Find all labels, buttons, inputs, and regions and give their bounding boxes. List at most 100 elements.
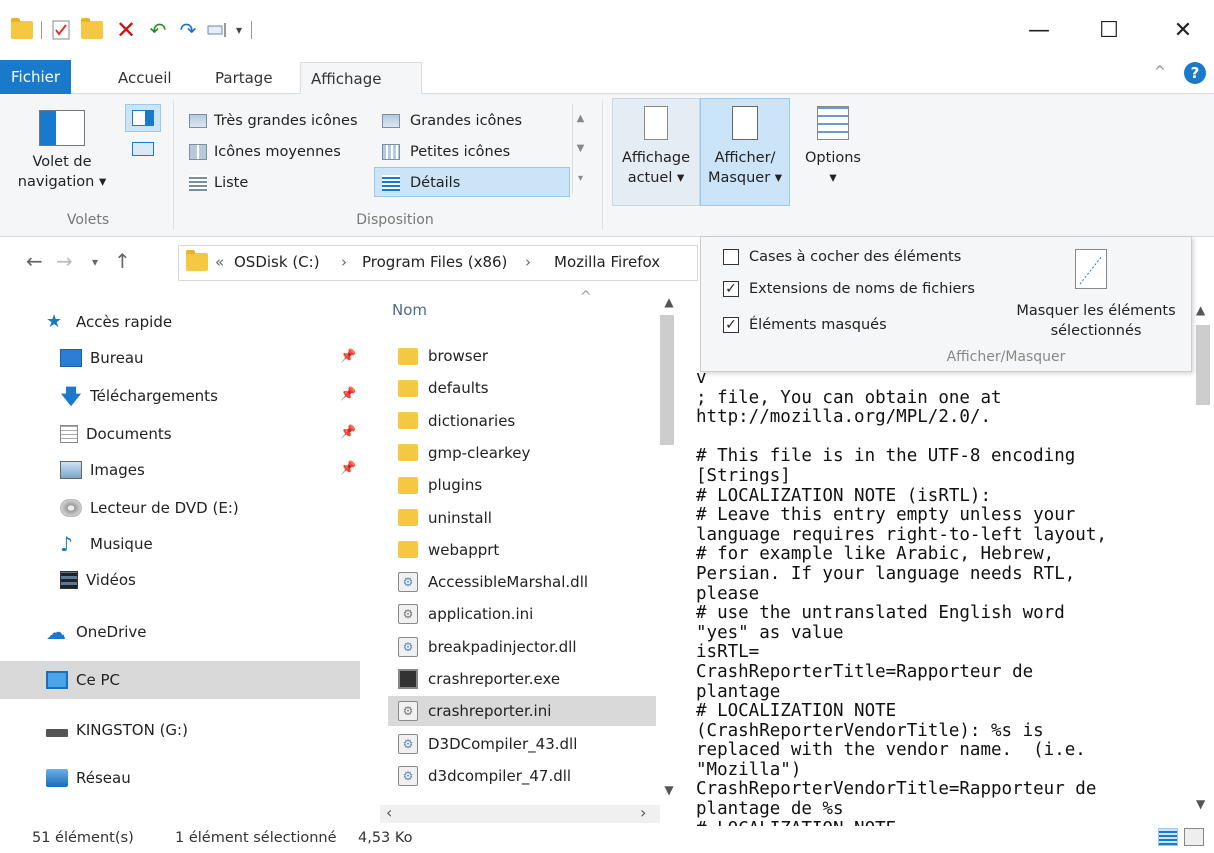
undo-icon[interactable]: ↶ bbox=[146, 18, 170, 42]
file-extensions-checkbox[interactable]: ✓ bbox=[723, 281, 739, 297]
nav-images[interactable]: Images bbox=[60, 455, 145, 485]
nav-kingston[interactable]: KINGSTON (G:) bbox=[46, 715, 188, 745]
preview-scrollbar-thumb[interactable] bbox=[1196, 325, 1210, 405]
delete-icon[interactable]: ✕ bbox=[114, 16, 138, 44]
scroll-down-icon[interactable]: ▼ bbox=[658, 783, 680, 797]
file-row[interactable]: ⚙ AccessibleMarshal.dll bbox=[388, 567, 656, 597]
folder-icon[interactable] bbox=[10, 18, 34, 42]
layout-details-button[interactable] bbox=[374, 167, 570, 197]
layout-extra-large-icons[interactable]: Très grandes icônes bbox=[214, 111, 358, 131]
preview-scroll-up-icon[interactable]: ▲ bbox=[1196, 303, 1205, 317]
nav-onedrive[interactable]: ☁ OneDrive bbox=[46, 617, 147, 647]
file-row[interactable]: ⚙ crashreporter.ini bbox=[388, 696, 656, 727]
scroll-up-icon[interactable]: ▲ bbox=[658, 295, 680, 309]
properties-icon[interactable] bbox=[50, 18, 72, 42]
back-arrow-icon[interactable]: ← bbox=[26, 249, 43, 273]
options-label-2: ▾ bbox=[829, 170, 837, 186]
breadcrumb-mozilla-firefox[interactable]: Mozilla Firefox bbox=[554, 253, 660, 271]
options-button[interactable]: Options ▾ bbox=[798, 102, 868, 188]
layout-scroll[interactable]: ▲ ▼ ▾ bbox=[572, 104, 588, 194]
scroll-left-icon[interactable]: ‹ bbox=[386, 803, 392, 822]
layout-medium-icons[interactable]: Icônes moyennes bbox=[214, 142, 341, 162]
file-name: webapprt bbox=[428, 540, 500, 559]
file-list-scrollbar-thumb[interactable] bbox=[660, 315, 674, 445]
file-row[interactable]: ⚙ breakpadinjector.dll bbox=[388, 632, 656, 662]
pin-icon[interactable]: 📌 bbox=[340, 425, 356, 440]
file-row[interactable]: webapprt bbox=[388, 535, 656, 565]
close-button[interactable]: ✕ bbox=[1160, 10, 1206, 50]
customize-toolbar-icon[interactable]: ▾ bbox=[232, 18, 246, 42]
file-name: AccessibleMarshal.dll bbox=[428, 573, 589, 592]
file-row[interactable]: defaults bbox=[388, 373, 656, 403]
tab-fichier[interactable]: Fichier bbox=[0, 60, 72, 94]
file-name: crashreporter.exe bbox=[428, 670, 561, 688]
layout-small-icons[interactable]: Petites icônes bbox=[410, 142, 510, 162]
hidden-items-checkbox[interactable]: ✓ bbox=[723, 317, 739, 333]
file-row[interactable]: ⚙ d3dcompiler_47.dll bbox=[388, 761, 656, 791]
hide-selected-button[interactable]: Masquer les éléments sélectionnés bbox=[1007, 301, 1185, 341]
nav-quick-access[interactable]: ★ Accès rapide bbox=[46, 307, 172, 337]
breadcrumb-osdisk[interactable]: OSDisk (C:) bbox=[234, 253, 320, 271]
column-header-name[interactable]: Nom bbox=[392, 301, 427, 319]
minimize-button[interactable]: — bbox=[1016, 10, 1062, 50]
file-row[interactable]: gmp-clearkey bbox=[388, 438, 656, 468]
file-row[interactable]: crashreporter.exe bbox=[388, 664, 656, 694]
maximize-button[interactable]: ☐ bbox=[1086, 10, 1132, 50]
show-hide-dropdown: Cases à cocher des éléments ✓ Extensions… bbox=[700, 236, 1192, 372]
file-name: d3dcompiler_47.dll bbox=[428, 766, 572, 785]
new-folder-icon[interactable] bbox=[80, 18, 104, 42]
nav-telechargements[interactable]: 🡇 Téléchargements bbox=[60, 381, 218, 411]
breadcrumb-separator[interactable]: › bbox=[525, 253, 531, 271]
breadcrumb-program-files[interactable]: Program Files (x86) bbox=[362, 253, 507, 271]
layout-large-icons[interactable]: Grandes icônes bbox=[410, 111, 522, 131]
redo-icon[interactable]: ↷ bbox=[176, 18, 200, 42]
rename-icon[interactable] bbox=[206, 18, 230, 42]
folder-icon bbox=[398, 541, 418, 559]
nav-videos[interactable]: Vidéos bbox=[60, 565, 136, 595]
help-icon[interactable]: ? bbox=[1184, 62, 1206, 84]
file-extensions-label[interactable]: Extensions de noms de fichiers bbox=[749, 279, 975, 299]
tab-partage[interactable]: Partage bbox=[205, 62, 283, 94]
current-view-button[interactable]: Affichage actuel ▾ bbox=[612, 102, 700, 188]
details-pane-button[interactable] bbox=[125, 138, 161, 164]
address-overflow[interactable]: « bbox=[215, 253, 224, 271]
nav-dvd[interactable]: Lecteur de DVD (E:) bbox=[60, 493, 239, 523]
preview-pane-button[interactable] bbox=[125, 104, 161, 132]
toolbar-separator bbox=[38, 18, 44, 42]
nav-documents[interactable]: Documents bbox=[60, 419, 172, 449]
scroll-right-icon[interactable]: › bbox=[640, 803, 646, 822]
pin-icon[interactable]: 📌 bbox=[340, 387, 356, 402]
details-view-toggle-icon[interactable] bbox=[1158, 828, 1178, 846]
file-row[interactable]: dictionaries bbox=[388, 406, 656, 436]
file-row[interactable]: ⚙ D3DCompiler_43.dll bbox=[388, 729, 656, 759]
file-row[interactable]: browser bbox=[388, 341, 656, 371]
recent-locations-chevron-icon[interactable]: ▾ bbox=[92, 255, 98, 269]
show-hide-button[interactable]: Afficher/ Masquer ▾ bbox=[700, 102, 790, 188]
layout-list[interactable]: Liste bbox=[214, 173, 248, 193]
file-row[interactable]: ⚙ application.ini bbox=[388, 599, 656, 629]
file-row[interactable]: plugins bbox=[388, 470, 656, 500]
nav-musique[interactable]: ♪ Musique bbox=[60, 529, 153, 559]
layout-details[interactable]: Détails bbox=[410, 173, 460, 193]
tab-accueil[interactable]: Accueil bbox=[108, 62, 182, 94]
horizontal-scrollbar[interactable] bbox=[380, 805, 660, 823]
item-checkboxes-checkbox[interactable] bbox=[723, 249, 739, 265]
item-checkboxes-label[interactable]: Cases à cocher des éléments bbox=[749, 247, 961, 267]
pin-icon[interactable]: 📌 bbox=[340, 461, 356, 476]
hide-selected-label: Masquer les éléments bbox=[1016, 303, 1176, 319]
breadcrumb-separator[interactable]: › bbox=[341, 253, 347, 271]
forward-arrow-icon[interactable]: → bbox=[56, 249, 73, 273]
large-icons-view-toggle-icon[interactable] bbox=[1184, 828, 1204, 846]
pin-icon[interactable]: 📌 bbox=[340, 349, 356, 364]
file-row[interactable]: uninstall bbox=[388, 503, 656, 533]
nav-ce-pc[interactable]: Ce PC bbox=[46, 665, 120, 695]
up-arrow-icon[interactable]: ↑ bbox=[114, 249, 131, 273]
navigation-pane-button[interactable]: Volet de navigation ▾ bbox=[12, 106, 112, 206]
details-icon bbox=[382, 175, 400, 191]
hidden-items-label[interactable]: Éléments masqués bbox=[749, 315, 887, 335]
nav-reseau[interactable]: Réseau bbox=[46, 763, 131, 793]
preview-scroll-down-icon[interactable]: ▼ bbox=[1196, 797, 1205, 811]
nav-bureau[interactable]: Bureau bbox=[60, 343, 144, 373]
collapse-ribbon-icon[interactable]: ^ bbox=[1154, 64, 1166, 80]
tab-affichage[interactable]: Affichage bbox=[300, 62, 422, 95]
